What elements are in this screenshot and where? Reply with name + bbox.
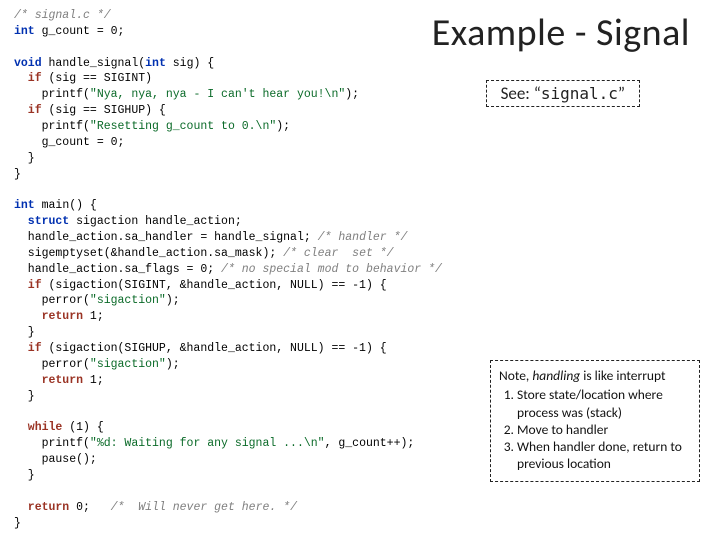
code-string: "%d: Waiting for any signal ...\n" <box>90 437 325 450</box>
code-text: ); <box>345 88 359 101</box>
code-text: sigaction handle_action; <box>69 215 242 228</box>
code-text: (sigaction(SIGHUP, &handle_action, NULL)… <box>42 342 387 355</box>
code-text: g_count = 0; <box>14 136 124 149</box>
code-keyword: int <box>14 199 35 212</box>
code-text: (sig == SIGHUP) { <box>42 104 166 117</box>
code-keyword: int <box>145 57 166 70</box>
code-comment: /* no special mod to behavior */ <box>221 263 442 276</box>
code-text: } <box>14 326 35 339</box>
code-string: "sigaction" <box>90 294 166 307</box>
code-text: ); <box>166 358 180 371</box>
code-text: sig) { <box>166 57 214 70</box>
code-text: pause(); <box>14 453 97 466</box>
code-string: "sigaction" <box>90 358 166 371</box>
code-text: perror( <box>14 358 90 371</box>
code-text: (sigaction(SIGINT, &handle_action, NULL)… <box>42 279 387 292</box>
code-keyword: int <box>14 25 35 38</box>
code-text: printf( <box>14 88 90 101</box>
code-keyword: return <box>14 310 83 323</box>
note-ital: handling <box>532 367 580 384</box>
code-text: ); <box>166 294 180 307</box>
code-keyword: return <box>14 501 69 514</box>
code-text: (sig == SIGINT) <box>42 72 152 85</box>
code-text: g_count <box>35 25 97 38</box>
code-comment: /* Will never get here. */ <box>111 501 297 514</box>
code-text: = <box>97 25 104 38</box>
list-item: Store state/location where process was (… <box>517 386 691 421</box>
code-keyword: void <box>14 57 42 70</box>
code-text: handle_action.sa_flags = 0; <box>14 263 221 276</box>
code-text: printf( <box>14 437 90 450</box>
code-keyword: return <box>14 374 83 387</box>
code-text: (1) { <box>62 421 103 434</box>
code-text: } <box>14 152 35 165</box>
note-tail: is like interrupt <box>580 367 665 384</box>
see-suffix: ” <box>618 83 625 104</box>
code-keyword: if <box>14 104 42 117</box>
code-text: handle_action.sa_handler = handle_signal… <box>14 231 318 244</box>
code-text: } <box>14 469 35 482</box>
code-text: printf( <box>14 120 90 133</box>
code-text: handle_signal( <box>42 57 146 70</box>
slide: Example - Signal See: “signal.c” Note, h… <box>0 0 720 540</box>
code-string: "Nya, nya, nya - I can't hear you!\n" <box>90 88 345 101</box>
note-header: Note, handling is like interrupt <box>499 367 691 384</box>
code-text: ); <box>276 120 290 133</box>
code-block: /* signal.c */ int g_count = 0; void han… <box>14 8 514 531</box>
code-keyword: if <box>14 279 42 292</box>
note-box: Note, handling is like interrupt Store s… <box>490 360 700 482</box>
code-keyword: struct <box>14 215 69 228</box>
code-text: perror( <box>14 294 90 307</box>
code-text: , g_count++); <box>325 437 415 450</box>
code-comment: /* handler */ <box>318 231 408 244</box>
code-text: 0; <box>69 501 110 514</box>
code-text: 1; <box>83 374 104 387</box>
code-text: 0; <box>104 25 125 38</box>
code-text: } <box>14 168 21 181</box>
list-item: When handler done, return to previous lo… <box>517 438 691 473</box>
code-text: sigemptyset(&handle_action.sa_mask); <box>14 247 283 260</box>
code-comment: /* clear set */ <box>283 247 393 260</box>
code-comment: /* signal.c */ <box>14 9 111 22</box>
code-keyword: if <box>14 342 42 355</box>
list-item: Move to handler <box>517 421 691 438</box>
code-keyword: if <box>14 72 42 85</box>
code-text: 1; <box>83 310 104 323</box>
code-text: } <box>14 390 35 403</box>
code-text: } <box>14 517 21 530</box>
code-keyword: while <box>14 421 62 434</box>
note-list: Store state/location where process was (… <box>499 386 691 472</box>
code-string: "Resetting g_count to 0.\n" <box>90 120 276 133</box>
see-filename: signal.c <box>541 84 618 103</box>
code-text: main() { <box>35 199 97 212</box>
